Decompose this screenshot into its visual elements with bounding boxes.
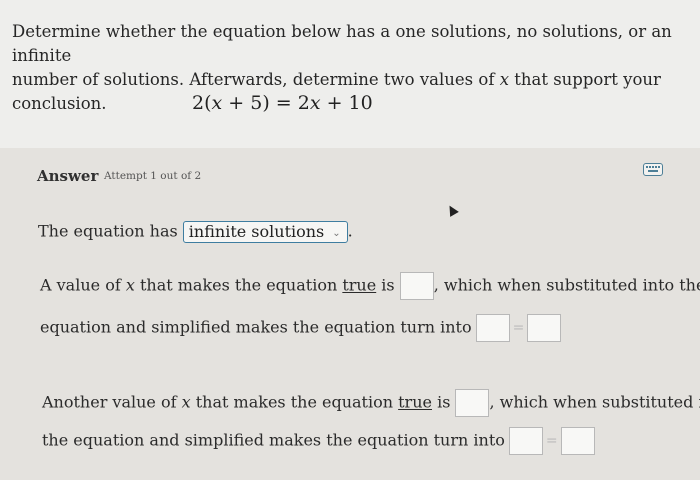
attempt-counter: Attempt 1 out of 2 [104,170,202,182]
solution-type-dropdown[interactable]: infinite solutions ⌄ [182,221,348,243]
second-simplified-right-input[interactable] [560,427,595,455]
first-value-input[interactable] [399,272,434,300]
first-simplified-left-input[interactable] [475,314,510,342]
second-value-input[interactable] [455,389,490,417]
keyboard-icon[interactable] [643,163,663,176]
first-simplified-row: equation and simplified makes the equati… [40,314,562,342]
first-value-row: A value of x that makes the equation tru… [40,272,700,300]
answer-label: Answer [37,167,99,185]
second-value-row: Another value of x that makes the equati… [42,389,700,417]
first-simplified-right-input[interactable] [527,314,562,342]
equation: 2(x + 5) = 2x + 10 [192,92,373,114]
equation-type-row: The equation has infinite solutions ⌄. [38,221,353,243]
second-simplified-row: the equation and simplified makes the eq… [42,427,595,455]
second-simplified-left-input[interactable] [508,427,543,455]
chevron-down-icon: ⌄ [332,228,341,239]
